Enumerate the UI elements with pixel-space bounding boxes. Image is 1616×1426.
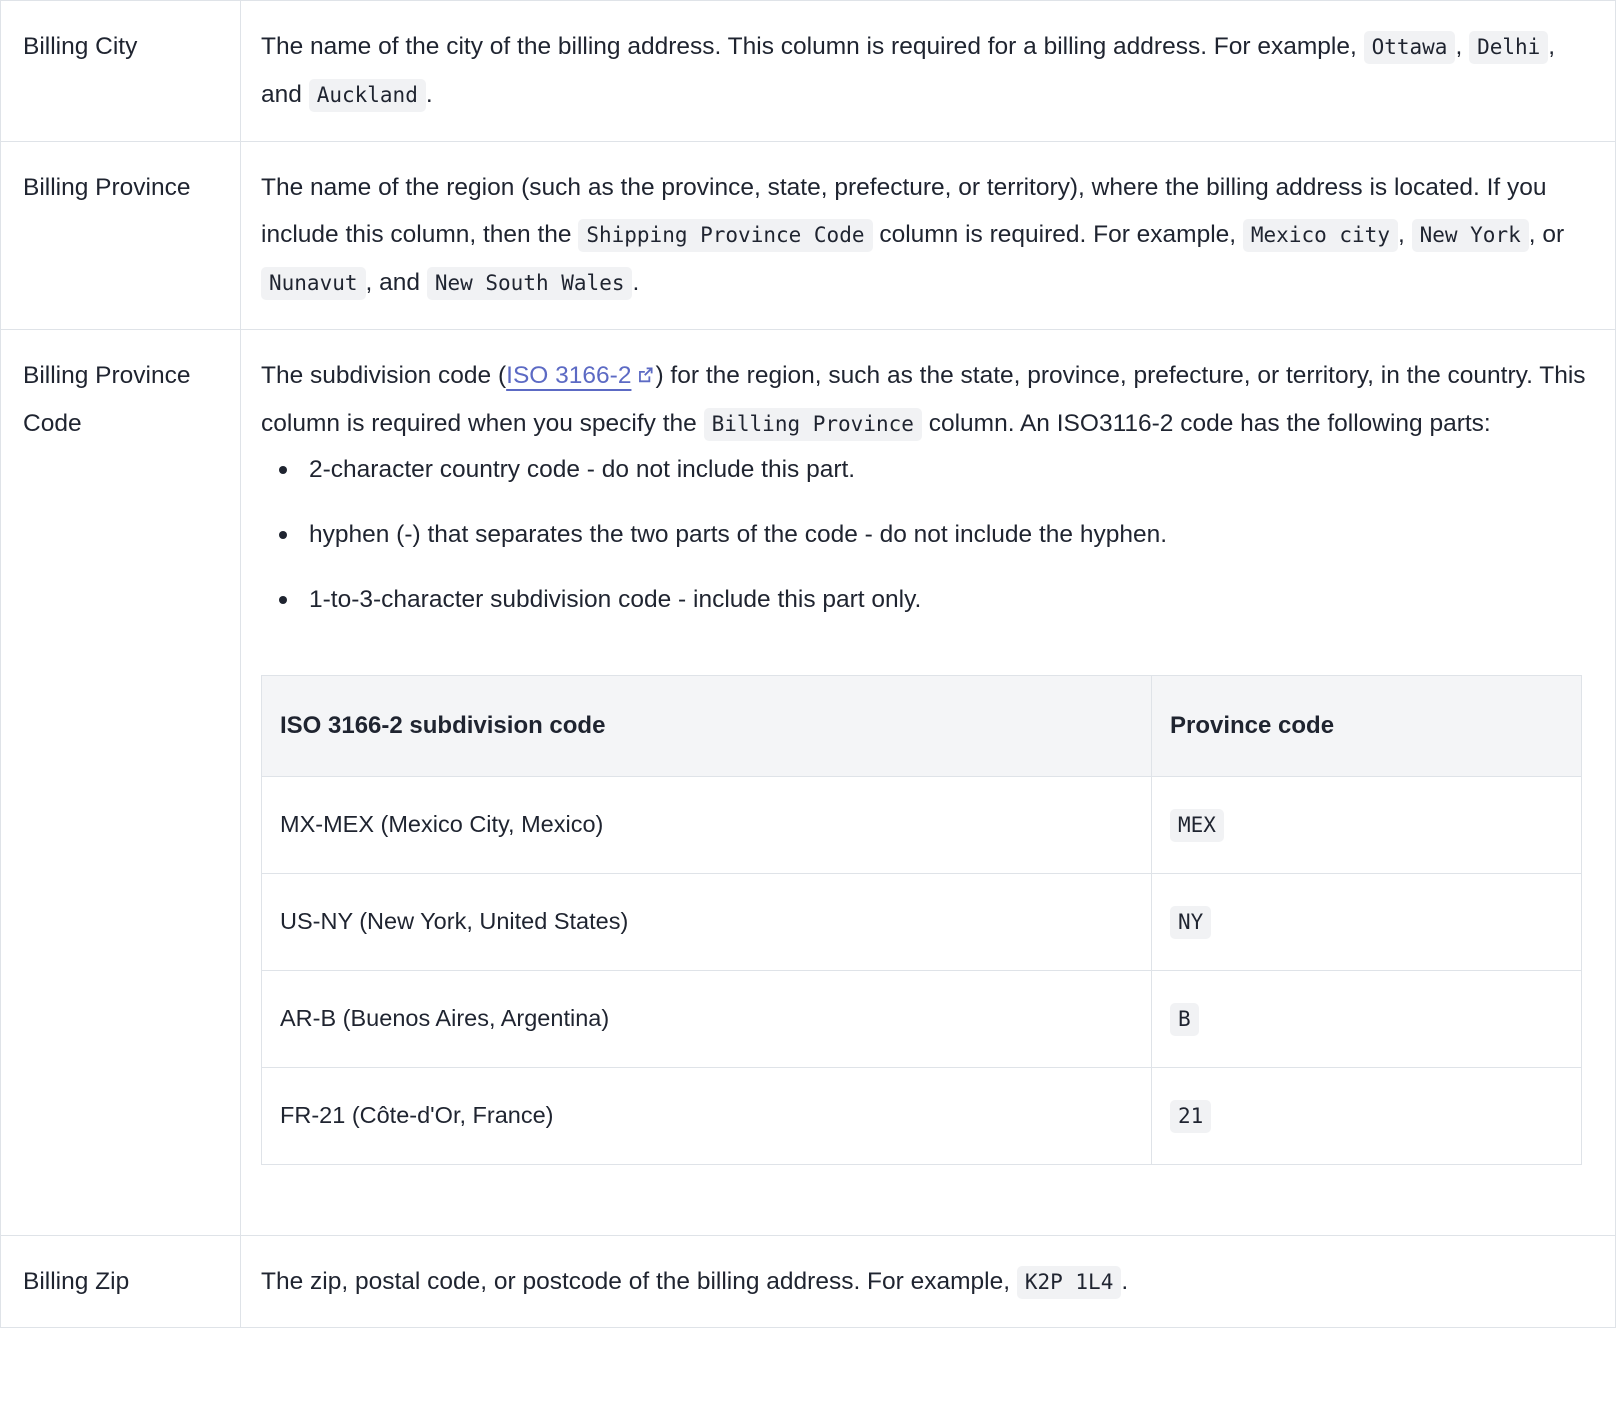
- code-chip-new-york: New York: [1411, 219, 1529, 253]
- code-chip-mexico-city: Mexico city: [1242, 219, 1398, 253]
- punctuation: .: [425, 80, 433, 108]
- code-chip-new-south-wales: New South Wales: [426, 267, 633, 301]
- table-row-billing-zip: Billing Zip The zip, postal code, or pos…: [0, 1234, 1616, 1329]
- subdivision-code-table: ISO 3166-2 subdivision code Province cod…: [261, 674, 1582, 1165]
- table-row-billing-province-code: Billing Province Code The subdivision co…: [0, 328, 1616, 1236]
- punctuation: .: [632, 269, 640, 297]
- column-description-cell: The zip, postal code, or postcode of the…: [240, 1234, 1616, 1329]
- code-chip-delhi: Delhi: [1469, 31, 1549, 64]
- code-chip-ottawa: Ottawa: [1363, 31, 1456, 64]
- column-name-label: Billing Zip: [23, 1267, 130, 1295]
- cell-province-code: NY: [1151, 873, 1582, 971]
- cell-subdivision: FR-21 (Côte-d'Or, France): [261, 1066, 1152, 1165]
- column-name-label: Billing City: [23, 33, 138, 60]
- description-text: column. An ISO3116-2 code has the follow…: [928, 409, 1491, 437]
- column-description-cell: The name of the city of the billing addr…: [240, 0, 1616, 142]
- punctuation: .: [1121, 1267, 1129, 1295]
- column-reference-table: Billing City The name of the city of the…: [0, 0, 1616, 1329]
- cell-subdivision: MX-MEX (Mexico City, Mexico): [261, 776, 1152, 875]
- list-item: 1-to-3-character subdivision code - incl…: [279, 583, 1589, 616]
- code-chip-nunavut: Nunavut: [261, 267, 366, 301]
- code-chip-province: 21: [1170, 1099, 1212, 1133]
- column-name-cell: Billing City: [0, 0, 241, 142]
- description-text: column is required. For example,: [879, 221, 1237, 249]
- punctuation: , or: [1528, 221, 1565, 249]
- code-chip-billing-province: Billing Province: [703, 407, 922, 441]
- code-chip-k2p-1l4: K2P 1L4: [1016, 1265, 1122, 1299]
- code-chip-province: B: [1170, 1002, 1199, 1036]
- code-parts-list: 2-character country code - do not includ…: [261, 453, 1589, 616]
- punctuation: , and: [365, 269, 421, 297]
- cell-subdivision: AR-B (Buenos Aires, Argentina): [261, 969, 1152, 1068]
- table-row: MX-MEX (Mexico City, Mexico) MEX: [261, 776, 1582, 875]
- column-name-label: Billing Province Code: [23, 361, 191, 437]
- column-name-cell: Billing Province Code: [0, 328, 241, 1236]
- code-chip-province: NY: [1170, 906, 1212, 940]
- table-row-billing-city: Billing City The name of the city of the…: [0, 0, 1616, 142]
- description-text: The name of the city of the billing addr…: [261, 33, 1357, 60]
- link-label: ISO 3166-2: [506, 361, 632, 389]
- cell-province-code: MEX: [1151, 776, 1582, 875]
- column-description-cell: The name of the region (such as the prov…: [240, 140, 1616, 330]
- column-name-cell: Billing Province: [0, 140, 241, 330]
- column-description-cell: The subdivision code (ISO 3166-2) for th…: [240, 328, 1616, 1236]
- list-item: hyphen (-) that separates the two parts …: [279, 518, 1589, 551]
- column-name-label: Billing Province: [23, 173, 191, 201]
- header-province-code: Province code: [1151, 674, 1582, 778]
- subdivision-code-table-wrapper: ISO 3166-2 subdivision code Province cod…: [261, 674, 1589, 1165]
- description-text: The zip, postal code, or postcode of the…: [261, 1267, 1011, 1295]
- table-row: US-NY (New York, United States) NY: [261, 873, 1582, 971]
- table-header-row: ISO 3166-2 subdivision code Province cod…: [261, 674, 1582, 778]
- code-chip-auckland: Auckland: [308, 78, 426, 112]
- punctuation: ,: [1455, 33, 1463, 60]
- code-chip-province: MEX: [1170, 809, 1224, 843]
- punctuation: ,: [1397, 221, 1405, 249]
- list-item: 2-character country code - do not includ…: [279, 453, 1589, 486]
- cell-province-code: 21: [1151, 1066, 1582, 1165]
- code-chip-shipping-province-code: Shipping Province Code: [578, 219, 873, 253]
- iso-3166-2-link[interactable]: ISO 3166-2: [506, 362, 655, 389]
- header-subdivision-code: ISO 3166-2 subdivision code: [261, 674, 1152, 778]
- table-row: AR-B (Buenos Aires, Argentina) B: [261, 969, 1582, 1068]
- external-link-icon: [636, 365, 655, 384]
- description-text: The subdivision code (: [261, 361, 507, 389]
- table-row-billing-province: Billing Province The name of the region …: [0, 140, 1616, 330]
- cell-province-code: B: [1151, 969, 1582, 1068]
- column-name-cell: Billing Zip: [0, 1234, 241, 1329]
- table-row: FR-21 (Côte-d'Or, France) 21: [261, 1066, 1582, 1165]
- cell-subdivision: US-NY (New York, United States): [261, 873, 1152, 971]
